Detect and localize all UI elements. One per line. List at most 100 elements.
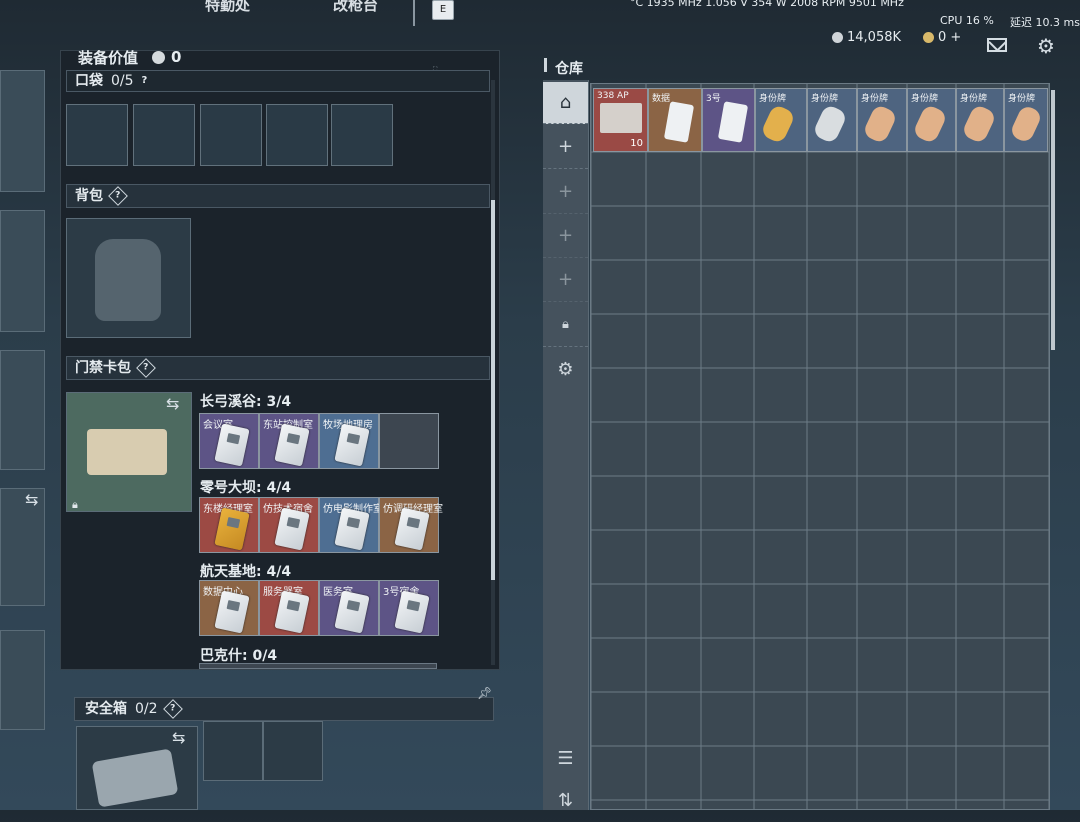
warehouse-item-dogtag[interactable]: 身份牌 bbox=[755, 88, 807, 152]
warehouse-grid[interactable] bbox=[590, 83, 1050, 810]
pocket-slot-2[interactable] bbox=[133, 104, 195, 166]
dogtag-icon bbox=[861, 103, 899, 145]
safe-box-count: 0/2 bbox=[135, 701, 158, 717]
backpack-label: 背包 bbox=[75, 188, 103, 204]
keycard-icon bbox=[663, 101, 695, 143]
keycard-slot[interactable]: 东楼经理室 bbox=[199, 497, 259, 553]
add-page-button[interactable]: + bbox=[543, 170, 588, 214]
item-name: 身份牌 bbox=[960, 94, 988, 104]
swap-icon[interactable]: ⇆ bbox=[25, 490, 38, 509]
sidearm-slot[interactable] bbox=[0, 350, 45, 470]
safe-box-header: 安全箱 0/2 ? bbox=[74, 697, 494, 721]
item-name: 身份牌 bbox=[811, 94, 839, 104]
gold-amount[interactable]: 0 + bbox=[938, 30, 961, 45]
cpu-value: 16 % bbox=[965, 14, 994, 27]
armor-slot[interactable] bbox=[0, 210, 45, 332]
pocket-slot-1[interactable] bbox=[66, 104, 128, 166]
warehouse-item-dogtag[interactable]: 身份牌 bbox=[857, 88, 907, 152]
add-page-button[interactable]: + bbox=[543, 125, 588, 169]
keycard-slot[interactable]: 牧场地理房 bbox=[319, 413, 379, 469]
keycard-slot[interactable]: 3号宿舍 bbox=[379, 580, 439, 636]
tab-gunsmith[interactable]: 改枪台 bbox=[333, 0, 378, 15]
map-label-valley: 长弓溪谷: 3/4 bbox=[200, 394, 292, 410]
latency-label: 延迟 bbox=[1010, 16, 1032, 29]
keycard-slot[interactable]: 医务室 bbox=[319, 580, 379, 636]
safe-box-icon bbox=[91, 748, 179, 808]
dogtag-icon bbox=[911, 103, 949, 145]
silver-coin-icon bbox=[832, 32, 843, 43]
pin-icon[interactable]: 📌︎ bbox=[477, 686, 492, 700]
keycard-swap-icon[interactable]: ⇆ bbox=[166, 394, 179, 413]
pocket-header: 口袋 0/5 ? bbox=[66, 70, 490, 92]
item-name: 身份牌 bbox=[759, 94, 787, 104]
ammo-count: 10 bbox=[630, 138, 643, 149]
chest-rig-slot[interactable] bbox=[0, 630, 45, 730]
ammo-box-icon bbox=[600, 103, 642, 133]
item-name: 身份牌 bbox=[861, 94, 889, 104]
lock-icon[interactable]: 🔒︎ bbox=[543, 303, 588, 347]
pocket-slot-5[interactable] bbox=[331, 104, 393, 166]
pocket-label: 口袋 bbox=[75, 73, 103, 89]
tab-divider bbox=[413, 0, 415, 26]
silver-amount: 14,058K bbox=[847, 30, 902, 45]
keycard-help-icon[interactable]: ? bbox=[136, 358, 156, 378]
safe-box-cell-2[interactable] bbox=[263, 721, 323, 781]
safe-box-help-icon[interactable]: ? bbox=[162, 699, 183, 719]
pocket-slot-3[interactable] bbox=[200, 104, 262, 166]
pocket-slot-4[interactable] bbox=[266, 104, 328, 166]
item-name: 身份牌 bbox=[1008, 94, 1036, 104]
key-hint-e: E bbox=[432, 0, 454, 20]
map-label-spacebase: 航天基地: 4/4 bbox=[200, 564, 292, 580]
keycard-lock-icon: 🔒︎ bbox=[72, 498, 78, 511]
warehouse-home-tab[interactable]: ⌂ bbox=[543, 82, 588, 124]
warehouse-settings-icon[interactable]: ⚙ bbox=[543, 347, 588, 391]
backpack-header: 背包 ? bbox=[66, 184, 490, 208]
settings-gear-icon[interactable]: ⚙ bbox=[1037, 36, 1055, 56]
pocket-help-icon[interactable]: ? bbox=[142, 70, 148, 92]
latency-readout: 延迟 10.3 ms bbox=[1010, 14, 1080, 30]
warehouse-item-dogtag[interactable]: 身份牌 bbox=[807, 88, 857, 152]
pocket-count: 0/5 bbox=[111, 73, 134, 89]
keycard-case-icon bbox=[87, 429, 167, 475]
mail-icon[interactable] bbox=[987, 38, 1007, 52]
keycard-slot-empty[interactable] bbox=[379, 413, 439, 469]
backpack-icon bbox=[95, 239, 161, 321]
keycard-slot[interactable]: 仿电影制作室 bbox=[319, 497, 383, 553]
warehouse-item-dogtag[interactable]: 身份牌 bbox=[907, 88, 956, 152]
warehouse-item-card[interactable]: 3号 bbox=[702, 88, 755, 152]
add-page-button[interactable]: + bbox=[543, 258, 588, 302]
warehouse-item-ammo[interactable]: 338 AP 10 bbox=[593, 88, 648, 152]
currency-row: 14,058K 0 + bbox=[832, 30, 961, 45]
warehouse-scroll-thumb[interactable] bbox=[1051, 90, 1055, 350]
equipment-value-number: 0 bbox=[171, 48, 182, 66]
keycard-slot[interactable]: 会议室 bbox=[199, 413, 259, 469]
helmet-slot[interactable] bbox=[0, 70, 45, 192]
item-name: 数据 bbox=[652, 94, 671, 104]
safe-box-cell-1[interactable] bbox=[203, 721, 263, 781]
keycard-slot[interactable]: 数据中心 bbox=[199, 580, 259, 636]
dogtag-icon bbox=[960, 103, 998, 145]
dogtag-icon bbox=[759, 103, 797, 145]
stack-icon[interactable]: ☰ bbox=[543, 736, 588, 780]
dogtag-icon bbox=[811, 103, 849, 145]
warehouse-grid-lines bbox=[591, 84, 1049, 809]
backpack-slot[interactable] bbox=[66, 218, 191, 338]
keycard-icon bbox=[717, 101, 749, 143]
card-row-valley: 会议室 东站控制室 牧场地理房 bbox=[199, 413, 439, 469]
map-label-bakesh: 巴克什: 0/4 bbox=[200, 648, 278, 664]
warehouse-item-card[interactable]: 数据 bbox=[648, 88, 702, 152]
warehouse-item-dogtag[interactable]: 身份牌 bbox=[1004, 88, 1048, 152]
warehouse-item-dogtag[interactable]: 身份牌 bbox=[956, 88, 1004, 152]
cpu-label: CPU bbox=[940, 14, 963, 27]
tab-special-ops[interactable]: 特勤处 bbox=[205, 0, 250, 15]
sort-icon[interactable]: ⇅ bbox=[543, 778, 588, 822]
keycard-slot[interactable]: 东站控制室 bbox=[259, 413, 319, 469]
keycard-slot[interactable]: 仿调研经理室 bbox=[379, 497, 443, 553]
backpack-help-icon[interactable]: ? bbox=[108, 186, 128, 206]
equipment-scroll-thumb[interactable] bbox=[491, 200, 495, 580]
add-page-button[interactable]: + bbox=[543, 214, 588, 258]
safe-box-swap-icon[interactable]: ⇆ bbox=[172, 728, 185, 747]
card-row-bakesh bbox=[199, 663, 437, 669]
keycard-slot[interactable]: 服务器室 bbox=[259, 580, 319, 636]
keycard-slot[interactable]: 仿技术宿舍 bbox=[259, 497, 319, 553]
